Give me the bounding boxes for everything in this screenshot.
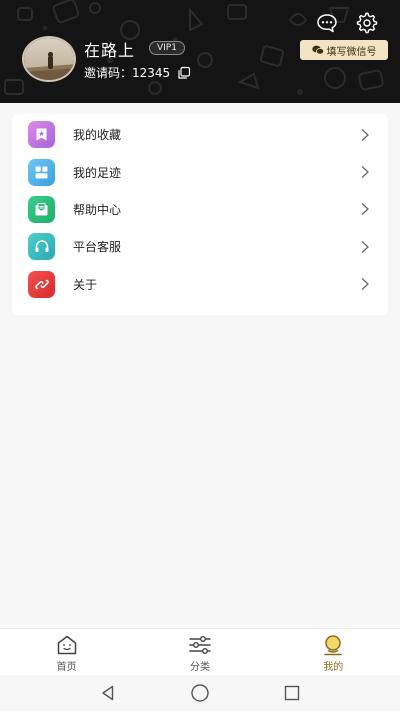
tab-profile[interactable]: 我的	[267, 629, 400, 675]
menu-item-label: 我的收藏	[73, 128, 122, 143]
menu-item-help-center[interactable]: 帮助中心	[12, 191, 388, 228]
tab-profile-label: 我的	[323, 662, 344, 673]
menu-item-customer-service[interactable]: 平台客服	[12, 228, 388, 265]
profile-header: 填写微信号 在路上 VIP1 邀请码：12345	[0, 0, 400, 103]
menu-item-favorites[interactable]: 我的收藏	[12, 116, 388, 153]
menu-item-about[interactable]: 关于	[12, 266, 388, 303]
home-circle-icon[interactable]	[189, 682, 211, 704]
category-icon	[189, 636, 211, 654]
menu-item-footprints[interactable]: 我的足迹	[12, 153, 388, 190]
tab-home[interactable]: 首页	[0, 629, 133, 675]
chevron-right-icon	[361, 128, 369, 141]
chevron-right-icon	[361, 203, 369, 216]
settings-icon[interactable]	[356, 12, 378, 34]
fill-wechat-button[interactable]: 填写微信号	[300, 40, 388, 60]
invite-code-text: 邀请码：12345	[84, 66, 171, 80]
menu-item-label: 我的足迹	[73, 165, 122, 180]
chevron-right-icon	[361, 278, 369, 291]
chevron-right-icon	[361, 240, 369, 253]
fill-wechat-label: 填写微信号	[326, 46, 377, 58]
chevron-right-icon	[361, 166, 369, 179]
profile-icon	[324, 635, 343, 656]
avatar[interactable]	[22, 36, 76, 82]
tab-category-label: 分类	[189, 662, 210, 673]
system-navigation-bar	[0, 675, 400, 711]
copy-icon[interactable]	[177, 66, 191, 80]
recents-icon[interactable]	[281, 682, 303, 704]
menu-item-label: 帮助中心	[73, 202, 122, 217]
back-icon[interactable]	[97, 682, 119, 704]
tab-category[interactable]: 分类	[133, 629, 266, 675]
home-icon	[57, 635, 76, 655]
vip-badge: VIP1	[149, 41, 185, 55]
invite-code: 邀请码：12345	[84, 64, 191, 81]
wechat-icon	[311, 45, 324, 55]
favorite-icon	[28, 121, 55, 149]
menu-item-label: 关于	[73, 277, 98, 292]
headset-icon	[28, 233, 55, 261]
help-icon	[28, 195, 55, 223]
username: 在路上	[84, 41, 136, 60]
about-icon	[28, 270, 55, 298]
message-icon[interactable]	[316, 12, 338, 34]
menu-card: 我的收藏 我的足迹 帮助中心 平台客服 关于	[12, 114, 388, 315]
menu-item-label: 平台客服	[73, 240, 122, 255]
tab-home-label: 首页	[56, 662, 77, 673]
bottom-tab-bar: 首页 分类 我的	[0, 628, 400, 675]
footprint-icon	[28, 158, 55, 186]
header-actions	[316, 12, 378, 34]
